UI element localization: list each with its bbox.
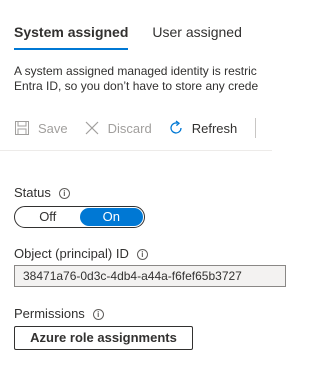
tab-system-assigned[interactable]: System assigned <box>14 22 129 50</box>
refresh-icon <box>170 120 182 134</box>
command-bar: Save Discard Refresh <box>14 118 257 138</box>
discard-label: Discard <box>107 120 152 136</box>
toolbar-divider <box>255 118 257 138</box>
info-icon[interactable]: i <box>136 248 148 260</box>
close-icon <box>85 121 99 135</box>
status-on-option[interactable]: On <box>79 208 143 226</box>
object-id-label: Object (principal) ID <box>14 246 129 261</box>
discard-button[interactable]: Discard <box>84 120 152 136</box>
status-off-option[interactable]: Off <box>16 208 80 226</box>
save-icon <box>15 121 29 135</box>
status-label-row: Status i <box>14 185 70 201</box>
save-button[interactable]: Save <box>14 120 68 136</box>
object-id-label-row: Object (principal) ID i <box>14 246 148 262</box>
permissions-label: Permissions <box>14 306 85 321</box>
description-line-2: Entra ID, so you don’t have to store any… <box>14 79 259 93</box>
permissions-label-row: Permissions i <box>14 306 104 322</box>
description-line-1: A system assigned managed identity is re… <box>14 64 257 78</box>
status-label: Status <box>14 185 51 200</box>
status-toggle[interactable]: Off On <box>14 206 145 228</box>
identity-tabs: System assigned User assigned <box>14 22 266 50</box>
description: A system assigned managed identity is re… <box>14 64 314 94</box>
azure-role-assignments-button[interactable]: Azure role assignments <box>14 326 193 350</box>
info-icon[interactable]: i <box>92 308 104 320</box>
refresh-label: Refresh <box>191 120 238 136</box>
refresh-button[interactable]: Refresh <box>168 120 238 136</box>
section-divider <box>0 150 272 151</box>
tab-user-assigned[interactable]: User assigned <box>152 22 242 50</box>
object-id-field[interactable]: 38471a76-0d3c-4db4-a44a-f6fef65b3727 <box>14 265 286 287</box>
save-label: Save <box>38 120 68 136</box>
info-icon[interactable]: i <box>58 187 70 199</box>
